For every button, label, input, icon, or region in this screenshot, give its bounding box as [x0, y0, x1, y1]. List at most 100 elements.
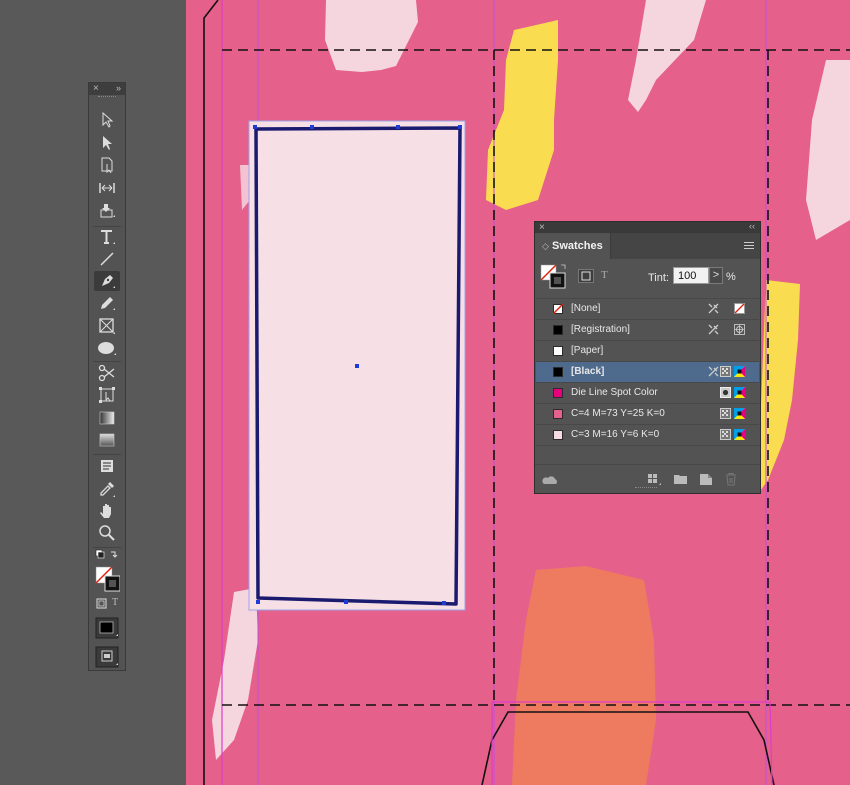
tab-swatches[interactable]: ◇ Swatches [535, 233, 611, 259]
panel-grip[interactable] [98, 96, 116, 103]
swatch-row[interactable]: Die Line Spot Color [536, 382, 759, 403]
fill-stroke-proxy[interactable] [540, 264, 570, 290]
cmyk-icon [734, 387, 745, 398]
pen-tool-icon [102, 275, 115, 288]
process-icon [720, 408, 731, 419]
tint-percent: % [726, 271, 736, 283]
pencil-tool[interactable] [94, 293, 120, 313]
formatting-text-icon[interactable]: T [601, 269, 608, 281]
selection-tool-icon [102, 112, 114, 128]
type-tool[interactable] [94, 227, 120, 247]
apply-color[interactable] [94, 616, 120, 640]
swatch-controls: T Tint: 100 > % [535, 259, 760, 293]
formatting-text-icon[interactable]: T [112, 597, 118, 608]
spot-icon [720, 387, 731, 398]
swatch-name: [Black] [571, 366, 605, 377]
scissors-tool-icon [98, 364, 115, 382]
gradient-swatch-tool[interactable] [94, 408, 120, 428]
swatch-color-chip [553, 388, 563, 398]
cmyk-icon [734, 366, 745, 377]
swatch-row[interactable]: C=3 M=16 Y=6 K=0 [536, 424, 759, 445]
tint-input[interactable]: 100 [673, 267, 709, 284]
free-transform-tool-icon [99, 387, 115, 403]
show-swatches-icon[interactable] [647, 473, 663, 487]
orange-paint-stroke [512, 566, 656, 785]
formatting-container-icon[interactable] [578, 269, 594, 283]
gap-tool-icon [99, 183, 115, 193]
swatch-name: [Paper] [571, 345, 604, 356]
rectangle-frame-tool[interactable] [94, 316, 120, 336]
anchor-point [253, 125, 257, 129]
white-paint-stroke [212, 588, 258, 760]
swatch-color-chip [553, 430, 563, 440]
anchor-point [442, 601, 446, 605]
note-tool[interactable] [94, 456, 120, 476]
screen-mode[interactable] [94, 645, 120, 669]
close-icon[interactable]: × [539, 222, 545, 233]
cmyk-icon [734, 429, 745, 440]
note-tool-icon [101, 460, 113, 472]
collapse-icon[interactable]: ‹‹ [749, 221, 755, 232]
gap-tool[interactable] [94, 178, 120, 198]
panel-menu-icon[interactable] [744, 242, 754, 251]
page-tool[interactable] [94, 155, 120, 175]
line-tool[interactable] [94, 249, 120, 269]
tool-separator [93, 361, 121, 362]
zoom-tool[interactable] [94, 523, 120, 543]
default-and-swap-colors[interactable] [94, 549, 120, 563]
direct-selection-tool-icon [103, 136, 112, 150]
tab-row: ◇ Swatches [535, 233, 760, 259]
swatch-row[interactable]: [Black] [536, 361, 759, 382]
swatch-list-empty-area [536, 445, 759, 466]
close-icon[interactable]: × [93, 83, 99, 95]
selection-tool[interactable] [94, 110, 120, 130]
swatch-row[interactable]: [Registration] [536, 319, 759, 340]
yellow-paint-stroke [758, 280, 800, 494]
hand-tool[interactable] [94, 501, 120, 521]
tint-dropdown-button[interactable]: > [709, 267, 723, 284]
pen-tool[interactable] [94, 271, 120, 291]
swatches-titlebar[interactable]: × ‹‹ [535, 221, 760, 233]
scissors-tool[interactable] [94, 363, 120, 383]
line-tool-icon [100, 252, 114, 266]
die-line [203, 0, 219, 785]
formatting-affects[interactable]: T [94, 597, 120, 611]
no-edit-icon [708, 324, 719, 335]
swatch-color-chip [553, 325, 563, 335]
ellipse-tool[interactable] [94, 338, 120, 358]
fill-stroke-proxy[interactable] [94, 565, 120, 593]
hand-tool-icon [100, 504, 111, 518]
yellow-paint-stroke [486, 20, 558, 210]
content-collector-tool[interactable] [94, 201, 120, 221]
swap-fill-stroke-icon [111, 551, 118, 558]
registration-icon [734, 324, 745, 335]
free-transform-tool[interactable] [94, 385, 120, 405]
anchor-point [256, 600, 260, 604]
white-paint-stroke [628, 0, 706, 112]
cc-libraries-icon[interactable] [541, 475, 559, 485]
anchor-point [396, 125, 400, 129]
tools-panel-titlebar[interactable]: × » [89, 83, 125, 95]
swatch-row[interactable]: C=4 M=73 Y=25 K=0 [536, 403, 759, 424]
formatting-container-icon [96, 598, 107, 609]
gradient-swatch-tool-icon [99, 411, 115, 425]
swatch-row[interactable]: [Paper] [536, 340, 759, 361]
white-paint-stroke [325, 0, 418, 72]
tab-label: Swatches [551, 240, 603, 252]
swatch-row[interactable]: [None] [536, 298, 759, 319]
new-swatch-icon[interactable] [699, 473, 713, 486]
swatch-color-chip [553, 409, 563, 419]
gradient-feather-tool[interactable] [94, 430, 120, 450]
delete-swatch-icon[interactable] [725, 473, 737, 486]
direct-selection-tool[interactable] [94, 133, 120, 153]
eyedropper-tool[interactable] [94, 479, 120, 499]
apply-color-icon [99, 621, 114, 634]
anchor-point [310, 125, 314, 129]
new-color-group-icon[interactable] [673, 473, 689, 485]
content-collector-tool-icon [100, 204, 115, 218]
collapse-icon[interactable]: » [116, 82, 121, 94]
swatch-name: [Registration] [571, 324, 630, 335]
tint-label: Tint: [648, 272, 669, 284]
none-swatch-icon [734, 303, 745, 314]
resize-grip[interactable] [635, 487, 657, 491]
